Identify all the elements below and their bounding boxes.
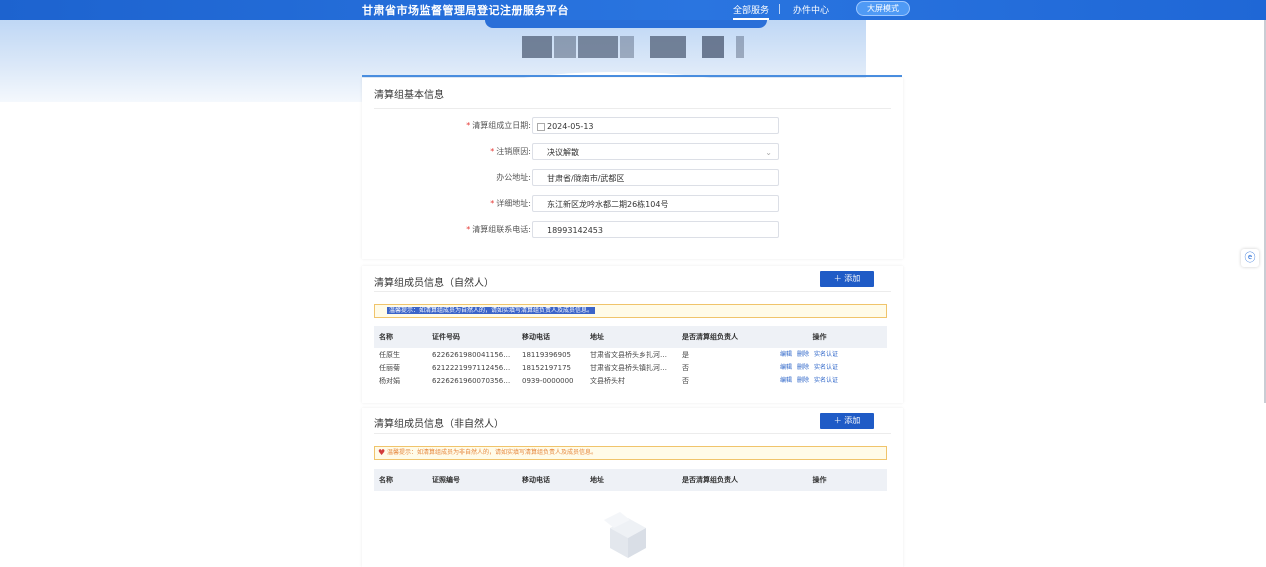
non-natural-members-table: 名称 证照编号 移动电话 地址 是否清算组负责人 操作 xyxy=(374,469,887,491)
top-header: 甘肃省市场监督管理局登记注册服务平台 全部服务 办件中心 大屏模式 xyxy=(0,0,1266,20)
real-name-auth-link[interactable]: 实名认证 xyxy=(814,351,838,358)
table-header-row: 名称 证照编号 移动电话 地址 是否清算组负责人 操作 xyxy=(374,469,887,491)
basic-info-panel: 清算组基本信息 * 清算组成立日期: 2024-05-13 * 注销原因: 决议解散… xyxy=(362,78,903,259)
natural-members-title: 清算组成员信息（自然人） xyxy=(374,278,494,289)
table-header-row: 名称 证件号码 移动电话 地址 是否清算组负责人 操作 xyxy=(374,326,887,348)
office-address-input[interactable]: 甘肃省/陇南市/武都区 xyxy=(532,169,779,186)
form-row-date: * 清算组成立日期: 2024-05-13 xyxy=(362,117,903,135)
edit-link[interactable]: 编辑 xyxy=(780,351,792,358)
edge-icon[interactable]: ⓔ xyxy=(1241,249,1259,267)
delete-link[interactable]: 删除 xyxy=(797,364,809,371)
table-row: 杨对娟 622626196007035610 0939-0000000 文县桥头… xyxy=(379,376,839,385)
non-natural-members-title: 清算组成员信息（非自然人） xyxy=(374,419,504,430)
delete-link[interactable]: 删除 xyxy=(797,377,809,384)
add-natural-member-button[interactable]: ＋ 添加 xyxy=(820,271,874,287)
contact-phone-input[interactable]: 18993142453 xyxy=(532,221,779,238)
chevron-down-icon: ⌄ xyxy=(765,148,772,157)
non-natural-notice: ♥ 温馨提示：如清算组成员为非自然人的，请如实填写清算组负责人及成员信息。 xyxy=(374,446,887,460)
nav-all-services[interactable]: 全部服务 xyxy=(733,3,770,20)
setup-date-input[interactable]: 2024-05-13 xyxy=(532,117,779,134)
nav-separator xyxy=(779,4,780,14)
edit-link[interactable]: 编辑 xyxy=(780,364,792,371)
form-row-detail: * 详细地址: 东江新区龙吟水都二期26栋104号 xyxy=(362,195,903,213)
platform-title: 甘肃省市场监督管理局登记注册服务平台 xyxy=(362,4,569,17)
content-top-line xyxy=(362,75,902,77)
natural-members-table: 名称 证件号码 移动电话 地址 是否清算组负责人 操作 任原生 62262619… xyxy=(374,326,887,387)
real-name-auth-link[interactable]: 实名认证 xyxy=(814,377,838,384)
form-row-phone: * 清算组联系电话: 18993142453 xyxy=(362,221,903,239)
banner-tab-shape xyxy=(485,20,767,28)
natural-members-panel: 清算组成员信息（自然人） ＋ 添加 温馨提示：如清算组成员为自然人的，请如实填写… xyxy=(362,266,903,403)
non-natural-members-panel: 清算组成员信息（非自然人） ＋ 添加 ♥ 温馨提示：如清算组成员为非自然人的，请… xyxy=(362,408,903,567)
table-row: 任原生 622626198004115658 18119396905 甘肃省文县… xyxy=(379,350,839,359)
heart-icon: ♥ xyxy=(378,448,386,457)
form-row-office: 办公地址: 甘肃省/陇南市/武都区 xyxy=(362,169,903,187)
natural-notice: 温馨提示：如清算组成员为自然人的，请如实填写清算组负责人及成员信息。 xyxy=(374,304,887,318)
nav-work-center[interactable]: 办件中心 xyxy=(793,3,829,16)
basic-info-title: 清算组基本信息 xyxy=(374,90,444,101)
panel-divider xyxy=(374,433,891,434)
empty-data-icon xyxy=(604,512,646,558)
calendar-icon xyxy=(537,123,545,131)
cancel-reason-select[interactable]: 决议解散 ⌄ xyxy=(532,143,779,160)
panel-divider xyxy=(374,108,891,109)
real-name-auth-link[interactable]: 实名认证 xyxy=(814,364,838,371)
table-row: 任丽菊 621222199711245626 18152197175 甘肃省文县… xyxy=(379,363,839,372)
detail-address-input[interactable]: 东江新区龙吟水都二期26栋104号 xyxy=(532,195,779,212)
plus-icon: ＋ xyxy=(833,416,842,425)
panel-divider xyxy=(374,291,891,292)
add-non-natural-member-button[interactable]: ＋ 添加 xyxy=(820,413,874,429)
delete-link[interactable]: 删除 xyxy=(797,351,809,358)
edit-link[interactable]: 编辑 xyxy=(780,377,792,384)
masked-company-name xyxy=(522,36,747,60)
form-row-reason: * 注销原因: 决议解散 ⌄ xyxy=(362,143,903,161)
plus-icon: ＋ xyxy=(833,274,842,283)
big-screen-button[interactable]: 大屏模式 xyxy=(856,1,910,16)
